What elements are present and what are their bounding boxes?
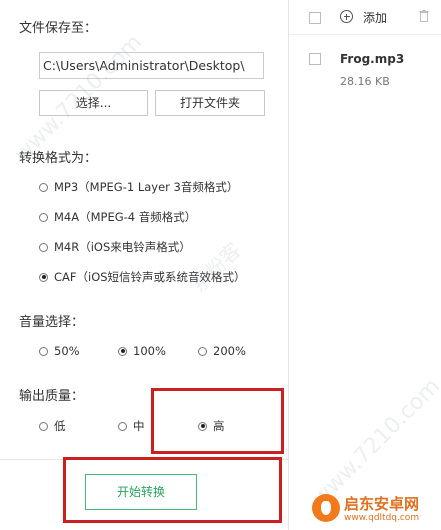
quality-option-medium[interactable]: 中 [118,418,145,434]
radio-button[interactable] [39,421,48,431]
format-title: 转换格式为： [19,151,98,166]
format-option-label: M4R（iOS来电铃声格式） [54,240,191,254]
format-option-label: CAF（iOS短信铃声或系统音效格式） [54,270,246,284]
toolbar-divider [289,34,441,35]
select-all-checkbox[interactable] [309,12,321,24]
radio-button[interactable] [39,212,48,222]
quality-title: 输出质量： [19,389,85,404]
highlight-box-quality [151,388,284,454]
quality-option-low[interactable]: 低 [39,418,66,434]
logo-icon [312,494,340,522]
highlight-box-start [63,457,282,523]
site-logo: 启东安卓网 www.qdltdq.com [312,491,440,527]
file-list-panel: 添加 Frog.mp3 28.16 KB [289,0,441,530]
quality-option-label: 低 [54,419,66,433]
add-icon[interactable] [340,10,353,23]
file-checkbox[interactable] [309,53,321,65]
radio-button[interactable] [118,421,127,431]
volume-option-200[interactable]: 200% [198,344,246,358]
open-folder-button[interactable]: 打开文件夹 [155,90,265,116]
choose-folder-button[interactable]: 选择... [39,90,148,116]
save-path-field[interactable]: C:\Users\Administrator\Desktop\ [39,52,264,79]
logo-name: 启东安卓网 [344,495,420,513]
logo-url: www.qdltdq.com [344,513,420,523]
volume-option-label: 100% [133,344,166,358]
file-name: Frog.mp3 [340,52,405,66]
trash-icon[interactable] [419,10,429,22]
format-option-mp3[interactable]: MP3（MPEG-1 Layer 3音频格式） [39,179,238,195]
radio-button-selected[interactable] [39,272,48,282]
radio-button[interactable] [39,346,48,356]
radio-button[interactable] [39,182,48,192]
format-option-m4a[interactable]: M4A（MPEG-4 音频格式） [39,209,196,225]
radio-button[interactable] [39,242,48,252]
volume-option-label: 200% [213,344,246,358]
volume-title: 音量选择： [19,315,85,330]
quality-option-label: 中 [133,419,145,433]
format-option-label: MP3（MPEG-1 Layer 3音频格式） [54,180,239,194]
file-size: 28.16 KB [340,75,390,88]
format-option-m4r[interactable]: M4R（iOS来电铃声格式） [39,239,191,255]
add-button-label[interactable]: 添加 [363,9,387,26]
format-option-caf[interactable]: CAF（iOS短信铃声或系统音效格式） [39,269,246,285]
radio-button[interactable] [198,346,207,356]
volume-option-50[interactable]: 50% [39,344,80,358]
volume-option-label: 50% [54,344,80,358]
volume-option-100[interactable]: 100% [118,344,166,358]
format-option-label: M4A（MPEG-4 音频格式） [54,210,197,224]
save-location-title: 文件保存至： [19,21,98,36]
radio-button-selected[interactable] [118,346,127,356]
